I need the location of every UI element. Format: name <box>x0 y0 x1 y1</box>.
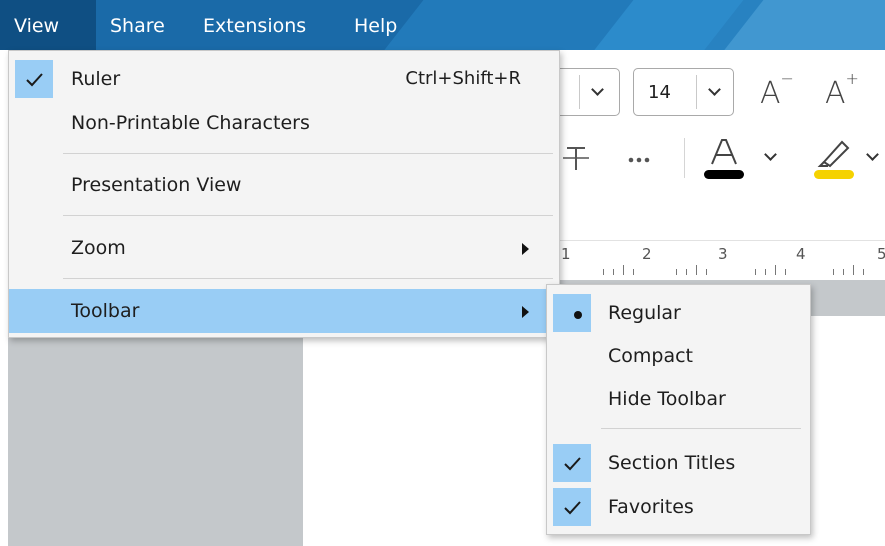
radio-selected-icon <box>574 311 582 319</box>
menu-item-toolbar[interactable]: Toolbar <box>9 289 559 333</box>
menu-view[interactable]: View <box>0 0 96 50</box>
toolbar-divider <box>684 138 685 178</box>
submenu-item-label: Compact <box>608 345 693 367</box>
ruler-number: 5 <box>877 245 885 263</box>
submenu-item-label: Favorites <box>608 496 694 518</box>
check-cell <box>553 444 591 482</box>
radio-cell <box>553 294 591 332</box>
decrease-font-size-icon[interactable]: A− <box>760 69 794 111</box>
check-cell <box>553 488 591 526</box>
chevron-down-icon <box>591 83 604 96</box>
menu-item-label: Ruler <box>71 68 121 90</box>
menu-share[interactable]: Share <box>96 0 179 50</box>
chevron-down-icon <box>708 83 721 96</box>
check-cell <box>15 60 53 98</box>
font-size-value: 14 <box>648 82 671 103</box>
ruler-number: 3 <box>718 245 728 263</box>
menu-item-label: Non-Printable Characters <box>71 112 310 134</box>
menu-item-non-printable-characters[interactable]: Non-Printable Characters <box>9 101 559 145</box>
checkmark-icon <box>564 457 581 471</box>
menu-item-presentation-view[interactable]: Presentation View <box>9 163 559 207</box>
font-color-icon[interactable] <box>702 132 746 182</box>
menu-separator <box>63 153 553 154</box>
submenu-item-section-titles[interactable]: Section Titles <box>547 442 810 484</box>
submenu-item-hide-toolbar[interactable]: Hide Toolbar <box>547 378 810 420</box>
menu-item-label: Zoom <box>71 237 126 259</box>
menu-item-shortcut: Ctrl+Shift+R <box>405 68 521 89</box>
ruler[interactable]: 1 2 3 4 5 <box>555 240 885 281</box>
menu-separator <box>601 428 801 429</box>
ruler-number: 1 <box>561 245 571 263</box>
ruler-number: 2 <box>642 245 652 263</box>
view-menu: Ruler Ctrl+Shift+R Non-Printable Charact… <box>8 50 560 338</box>
menu-separator <box>63 215 553 216</box>
submenu-item-label: Hide Toolbar <box>608 388 726 410</box>
submenu-item-regular[interactable]: Regular <box>547 292 810 334</box>
strikethrough-icon[interactable] <box>563 142 589 172</box>
menu-item-label: Presentation View <box>71 174 242 196</box>
menu-item-zoom[interactable]: Zoom <box>9 226 559 270</box>
submenu-item-compact[interactable]: Compact <box>547 335 810 377</box>
menu-item-label: Toolbar <box>71 300 140 322</box>
menu-extensions[interactable]: Extensions <box>189 0 320 50</box>
submenu-arrow-icon <box>522 243 529 255</box>
checkmark-icon <box>564 501 581 515</box>
submenu-item-favorites[interactable]: Favorites <box>547 486 810 528</box>
menubar: View Share Extensions Help <box>0 0 885 50</box>
submenu-item-label: Section Titles <box>608 452 736 474</box>
checkmark-icon <box>26 73 43 87</box>
ruler-number: 4 <box>796 245 806 263</box>
menu-item-ruler[interactable]: Ruler Ctrl+Shift+R <box>9 57 559 101</box>
toolbar-submenu: Regular Compact Hide Toolbar Section Tit… <box>546 284 811 535</box>
submenu-item-label: Regular <box>608 302 681 324</box>
increase-font-size-icon[interactable]: A+ <box>825 69 859 111</box>
highlighter-icon[interactable] <box>812 132 856 182</box>
menu-help[interactable]: Help <box>340 0 411 50</box>
menu-separator <box>63 278 553 279</box>
more-icon[interactable] <box>627 150 657 163</box>
submenu-arrow-icon <box>522 306 529 318</box>
